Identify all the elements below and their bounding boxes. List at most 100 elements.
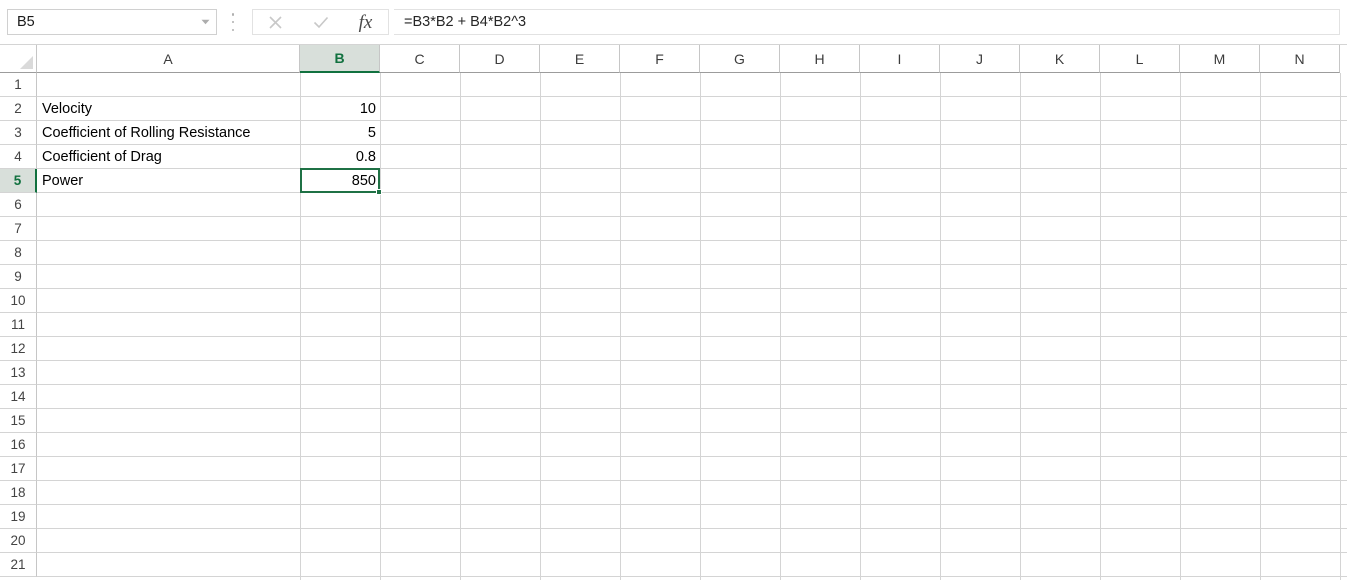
column-header-label: E	[574, 50, 585, 67]
formula-bar-grip[interactable]	[231, 13, 235, 31]
row-header-label: 9	[14, 269, 22, 284]
column-header-label: B	[334, 50, 345, 66]
cell-A4[interactable]: Coefficient of Drag	[37, 145, 300, 168]
column-header-label: D	[494, 50, 505, 67]
fx-label: fx	[358, 11, 373, 33]
column-header-label: C	[414, 50, 425, 67]
column-header-G[interactable]: G	[700, 45, 780, 73]
gridline-horizontal	[37, 360, 1347, 361]
column-header-F[interactable]: F	[620, 45, 700, 73]
row-header-19[interactable]: 19	[0, 505, 37, 529]
fx-icon[interactable]: fx	[346, 10, 386, 34]
row-header-10[interactable]: 10	[0, 289, 37, 313]
cell-B2[interactable]: 10	[300, 97, 380, 120]
row-header-label: 11	[10, 317, 25, 332]
row-header-3[interactable]: 3	[0, 121, 37, 145]
select-all-triangle-icon	[20, 56, 33, 69]
row-header-label: 2	[14, 101, 22, 116]
row-header-label: 3	[14, 125, 22, 140]
row-header-17[interactable]: 17	[0, 457, 37, 481]
row-header-label: 12	[10, 341, 26, 356]
column-header-C[interactable]: C	[380, 45, 460, 73]
gridline-horizontal	[37, 312, 1347, 313]
gridline-horizontal	[37, 432, 1347, 433]
column-header-label: G	[734, 50, 745, 67]
cell-B3[interactable]: 5	[300, 121, 380, 144]
row-header-18[interactable]: 18	[0, 481, 37, 505]
row-header-13[interactable]: 13	[0, 361, 37, 385]
gridline-horizontal	[37, 240, 1347, 241]
formula-bar: B5 fx =B3*B2 + B4*B2^3	[0, 0, 1347, 45]
row-header-5[interactable]: 5	[0, 169, 37, 193]
row-header-14[interactable]: 14	[0, 385, 37, 409]
column-header-H[interactable]: H	[780, 45, 860, 73]
column-header-label: N	[1294, 50, 1305, 67]
chevron-down-icon[interactable]	[194, 10, 216, 34]
cell-A5[interactable]: Power	[37, 169, 300, 192]
row-header-label: 8	[14, 245, 22, 260]
row-header-label: 10	[10, 293, 26, 308]
gridline-horizontal	[37, 216, 1347, 217]
fill-handle[interactable]	[376, 189, 382, 195]
column-header-J[interactable]: J	[940, 45, 1020, 73]
close-icon[interactable]	[256, 10, 296, 34]
row-header-20[interactable]: 20	[0, 529, 37, 553]
row-header-label: 15	[10, 413, 26, 428]
column-header-E[interactable]: E	[540, 45, 620, 73]
column-headers: A B C D E F G H I J K L M N	[37, 45, 1347, 73]
row-header-label: 6	[14, 197, 22, 212]
name-box[interactable]: B5	[7, 9, 217, 35]
row-header-label: 14	[10, 389, 26, 404]
row-header-6[interactable]: 6	[0, 193, 37, 217]
gridline-horizontal	[37, 480, 1347, 481]
cell-B4[interactable]: 0.8	[300, 145, 380, 168]
gridline-horizontal	[37, 576, 1347, 577]
row-header-9[interactable]: 9	[0, 265, 37, 289]
row-header-label: 5	[13, 173, 22, 188]
cell-A2[interactable]: Velocity	[37, 97, 300, 120]
row-header-16[interactable]: 16	[0, 433, 37, 457]
gridline-horizontal	[37, 528, 1347, 529]
column-header-label: A	[163, 50, 173, 67]
formula-bar-buttons: fx	[252, 9, 389, 35]
column-header-D[interactable]: D	[460, 45, 540, 73]
gridline-horizontal	[37, 552, 1347, 553]
gridline-horizontal	[37, 456, 1347, 457]
check-icon[interactable]	[301, 10, 341, 34]
column-header-label: L	[1135, 50, 1144, 67]
column-header-K[interactable]: K	[1020, 45, 1100, 73]
row-header-label: 7	[14, 221, 22, 236]
row-header-12[interactable]: 12	[0, 337, 37, 361]
column-header-N[interactable]: N	[1260, 45, 1340, 73]
cell-B5[interactable]: 850	[300, 169, 380, 192]
column-header-I[interactable]: I	[860, 45, 940, 73]
row-header-8[interactable]: 8	[0, 241, 37, 265]
gridline-horizontal	[37, 384, 1347, 385]
row-header-label: 13	[10, 365, 26, 380]
row-header-label: 18	[10, 485, 26, 500]
row-header-1[interactable]: 1	[0, 73, 37, 97]
cell-A3[interactable]: Coefficient of Rolling Resistance	[37, 121, 300, 144]
cell-area[interactable]: Velocity 10 Coefficient of Rolling Resista…	[37, 73, 1347, 580]
row-header-21[interactable]: 21	[0, 553, 37, 577]
column-header-B[interactable]: B	[300, 45, 380, 73]
row-header-label: 1	[14, 77, 22, 92]
row-header-2[interactable]: 2	[0, 97, 37, 121]
column-header-label: H	[814, 50, 825, 67]
select-all-button[interactable]	[0, 45, 37, 73]
row-header-15[interactable]: 15	[0, 409, 37, 433]
column-header-M[interactable]: M	[1180, 45, 1260, 73]
formula-input[interactable]: =B3*B2 + B4*B2^3	[394, 9, 1340, 35]
row-header-11[interactable]: 11	[0, 313, 37, 337]
gridline-horizontal	[37, 336, 1347, 337]
column-header-label: I	[897, 50, 902, 67]
column-header-A[interactable]: A	[37, 45, 300, 73]
column-header-L[interactable]: L	[1100, 45, 1180, 73]
name-box-value: B5	[17, 13, 35, 30]
row-header-4[interactable]: 4	[0, 145, 37, 169]
column-header-label: F	[655, 50, 664, 67]
row-header-label: 20	[10, 533, 26, 548]
column-header-label: J	[976, 50, 983, 67]
row-header-7[interactable]: 7	[0, 217, 37, 241]
row-header-label: 21	[10, 557, 26, 572]
